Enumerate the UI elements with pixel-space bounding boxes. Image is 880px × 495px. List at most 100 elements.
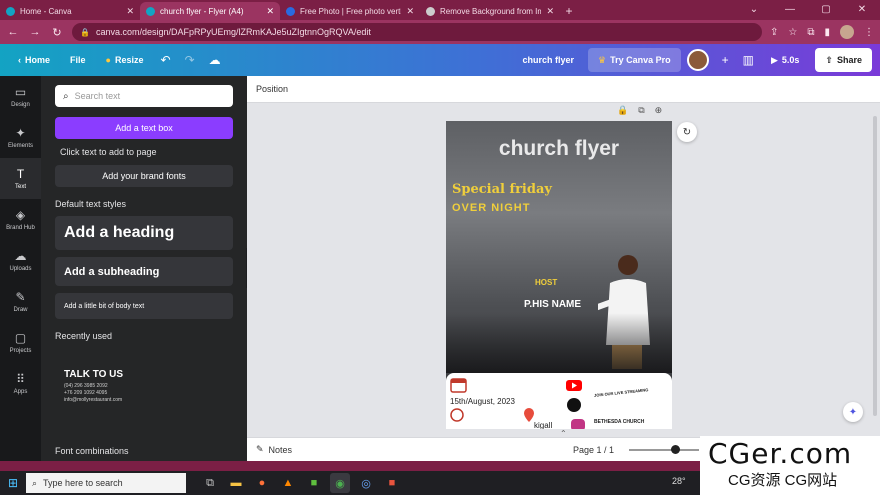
document-title[interactable]: church flyer xyxy=(508,55,588,65)
address-bar: ← → ↻ 🔒 canva.com/design/DAFpRPyUEmg/lZR… xyxy=(0,20,880,44)
vertical-scrollbar[interactable] xyxy=(873,116,877,416)
search-icon: ⌕ xyxy=(63,90,69,102)
rail-item-uploads[interactable]: ☁ Uploads xyxy=(0,240,41,281)
recent-template-line: (04) 296 3985 2092 xyxy=(64,383,108,389)
window-controls: ⌄ — ▢ ✕ xyxy=(736,0,880,18)
recent-text-template[interactable]: TALK TO US (04) 296 3985 2092 +76 209 10… xyxy=(55,329,233,429)
flyer-special-text[interactable]: Special friday xyxy=(452,182,552,197)
close-window-icon[interactable]: ✕ xyxy=(844,0,880,18)
chevron-down-icon[interactable]: ⌄ xyxy=(736,0,772,18)
browser-tab-bar: Home - Canva ✕ church flyer - Flyer (A4)… xyxy=(0,0,880,20)
share-page-icon[interactable]: ⇪ xyxy=(770,27,778,38)
close-tab-icon[interactable]: ✕ xyxy=(266,6,274,17)
magic-assistant-button[interactable]: ✦ xyxy=(843,402,863,422)
add-subheading-option[interactable]: Add a subheading xyxy=(55,257,233,286)
close-tab-icon[interactable]: ✕ xyxy=(406,6,414,17)
close-tab-icon[interactable]: ✕ xyxy=(126,6,134,17)
add-collaborator-button[interactable]: + xyxy=(715,53,736,67)
cloud-save-icon[interactable]: ☁ xyxy=(202,53,228,67)
add-text-box-button[interactable]: Add a text box xyxy=(55,117,233,139)
resize-button[interactable]: ● Resize xyxy=(96,48,154,72)
share-button[interactable]: ⇧ Share xyxy=(815,48,872,72)
rail-item-projects[interactable]: ▢ Projects xyxy=(0,322,41,363)
crown-icon: ♛ xyxy=(598,54,607,65)
minimize-icon[interactable]: — xyxy=(772,0,808,18)
flyer-title[interactable]: church flyer xyxy=(446,137,672,161)
redo-icon[interactable]: ↷ xyxy=(178,53,202,67)
file-explorer-icon[interactable]: ▬ xyxy=(226,473,246,493)
canva-favicon-icon xyxy=(146,6,155,16)
add-heading-option[interactable]: Add a heading xyxy=(55,216,233,250)
rail-item-brand-hub[interactable]: ◈ Brand Hub xyxy=(0,199,41,240)
add-brand-fonts-button[interactable]: Add your brand fonts xyxy=(55,165,233,187)
camtasia-icon[interactable]: ■ xyxy=(304,473,324,493)
user-avatar[interactable] xyxy=(686,49,709,71)
add-body-text-option[interactable]: Add a little bit of body text xyxy=(55,293,233,319)
zoom-slider[interactable] xyxy=(629,449,699,451)
page-indicator[interactable]: Page 1 / 1 xyxy=(573,445,614,455)
rail-label: Design xyxy=(11,102,30,108)
try-canva-pro-button[interactable]: ♛ Try Canva Pro xyxy=(588,48,681,72)
obs-icon[interactable]: ◎ xyxy=(356,473,376,493)
sidebar-icon[interactable]: ▮ xyxy=(824,27,830,38)
close-tab-icon[interactable]: ✕ xyxy=(546,6,554,17)
browser-tab-free-photo[interactable]: Free Photo | Free photo vertical s ✕ xyxy=(280,2,420,20)
bookmark-star-icon[interactable]: ☆ xyxy=(788,27,797,38)
undo-icon[interactable]: ↶ xyxy=(154,53,178,67)
app-icon[interactable]: ■ xyxy=(382,473,402,493)
position-button[interactable]: Position xyxy=(256,84,288,94)
file-menu-button[interactable]: File xyxy=(60,48,96,72)
profile-avatar[interactable] xyxy=(840,25,854,39)
rotate-page-button[interactable]: ↻ xyxy=(677,122,697,142)
present-button[interactable]: ▶ 5.0s xyxy=(761,48,809,72)
home-button[interactable]: ‹ Home xyxy=(8,48,60,72)
maximize-icon[interactable]: ▢ xyxy=(808,0,844,18)
page-tools: 🔒 ⧉ ⊕ xyxy=(617,105,662,116)
rail-item-draw[interactable]: ✎ Draw xyxy=(0,281,41,322)
task-view-icon[interactable]: ⧉ xyxy=(200,473,220,493)
url-text: canva.com/design/DAFpRPyUEmg/lZRmKAJe5uZ… xyxy=(95,27,371,37)
flyer-overnight-text[interactable]: OVER NIGHT xyxy=(452,202,530,214)
notes-button[interactable]: ✎ Notes xyxy=(256,444,292,455)
windows-start-icon[interactable]: ⊞ xyxy=(0,471,26,495)
flyer-info-card[interactable]: 15th/August, 2023 JOIN OUR LIVE STREAMIN… xyxy=(446,373,672,429)
reload-icon[interactable]: ↻ xyxy=(50,26,64,39)
zoom-slider-handle[interactable] xyxy=(671,445,680,454)
duplicate-page-icon[interactable]: ⧉ xyxy=(638,105,644,116)
vlc-icon[interactable]: ▲ xyxy=(278,473,298,493)
new-tab-button[interactable]: + xyxy=(560,2,578,20)
search-text-input[interactable]: ⌕ Search text xyxy=(55,85,233,107)
search-placeholder: Search text xyxy=(74,91,121,101)
flyer-church-name[interactable]: BETHESDA CHURCH xyxy=(594,419,644,425)
left-nav-rail: ▭ Design ✦ Elements T Text ◈ Brand Hub ☁… xyxy=(0,76,41,461)
browser-tab-church-flyer[interactable]: church flyer - Flyer (A4) ✕ xyxy=(140,2,280,20)
forward-arrow-icon[interactable]: → xyxy=(28,26,42,38)
lock-icon[interactable]: 🔒 xyxy=(617,105,628,116)
text-panel: ⌕ Search text Add a text box Click text … xyxy=(41,76,247,461)
flyer-date[interactable]: 15th/August, 2023 xyxy=(450,397,515,406)
flyer-canvas[interactable]: church flyer Special friday OVER NIGHT H… xyxy=(446,121,672,429)
browser-tab-home[interactable]: Home - Canva ✕ xyxy=(0,2,140,20)
flyer-host-label[interactable]: HOST xyxy=(535,278,557,287)
chrome-icon[interactable]: ◉ xyxy=(330,473,350,493)
notes-label: Notes xyxy=(268,444,293,455)
extensions-icon[interactable]: ⧉ xyxy=(807,27,814,38)
tab-title: church flyer - Flyer (A4) xyxy=(160,6,244,16)
back-arrow-icon[interactable]: ← xyxy=(6,26,20,38)
browser-tab-remove-bg[interactable]: Remove Background from Image ✕ xyxy=(420,2,560,20)
flyer-host-name[interactable]: P.HIS NAME xyxy=(524,299,581,310)
watermark-small-text: CG资源 CG网站 xyxy=(728,472,838,489)
flyer-location[interactable]: kigall xyxy=(534,421,552,429)
rail-item-text[interactable]: T Text xyxy=(0,158,41,199)
url-field[interactable]: 🔒 canva.com/design/DAFpRPyUEmg/lZRmKAJe5… xyxy=(72,23,762,41)
add-page-icon[interactable]: ⊕ xyxy=(655,105,663,116)
firefox-icon[interactable]: ● xyxy=(252,473,272,493)
insights-chart-icon[interactable]: ▥ xyxy=(736,53,761,67)
rail-item-apps[interactable]: ⠿ Apps xyxy=(0,363,41,404)
weather-widget[interactable]: 28° xyxy=(672,476,686,486)
taskbar-search-input[interactable]: ⌕ Type here to search xyxy=(26,473,186,493)
rail-item-elements[interactable]: ✦ Elements xyxy=(0,117,41,158)
clock-icon xyxy=(450,408,464,422)
more-menu-icon[interactable]: ⋮ xyxy=(864,27,874,38)
rail-item-design[interactable]: ▭ Design xyxy=(0,76,41,117)
